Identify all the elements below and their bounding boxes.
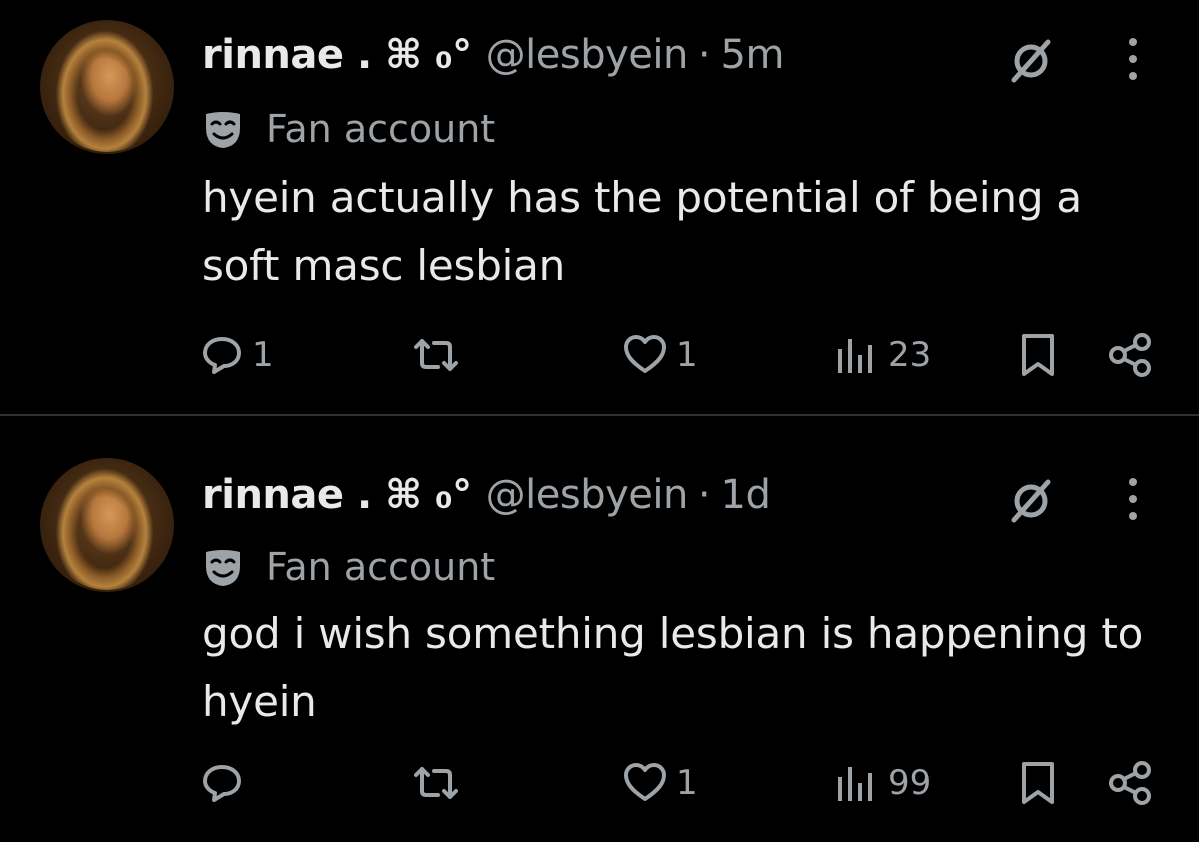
heart-icon (624, 335, 666, 373)
views-button[interactable]: 99 (832, 758, 931, 808)
mask-icon (206, 550, 240, 586)
tweet-actions: 1 1 23 (0, 330, 1199, 380)
bar-chart-icon (838, 767, 872, 801)
separator-dot: · (697, 472, 711, 518)
tweet[interactable]: rinnae . ⌘ ₀° @lesbyein · 5m Fan account… (0, 0, 1199, 418)
retweet-button[interactable] (410, 758, 470, 808)
share-icon (1109, 333, 1151, 377)
retweet-icon (414, 339, 458, 371)
share-button[interactable] (1106, 758, 1154, 808)
bookmark-button[interactable] (1018, 758, 1058, 808)
view-count: 23 (888, 335, 932, 375)
user-handle[interactable]: @lesbyein (486, 32, 689, 78)
share-button[interactable] (1106, 330, 1154, 380)
account-label: Fan account (202, 104, 495, 154)
display-name[interactable]: rinnae . ⌘ ₀° (202, 32, 472, 78)
tweet-text: god i wish something lesbian is happenin… (202, 609, 1144, 726)
retweet-button[interactable] (410, 330, 470, 380)
more-dots-icon[interactable] (1118, 36, 1148, 82)
like-button[interactable]: 1 (622, 758, 698, 808)
avatar[interactable] (40, 20, 174, 154)
bookmark-icon (1022, 762, 1054, 804)
more-dots-icon[interactable] (1118, 476, 1148, 522)
tweet-header: rinnae . ⌘ ₀° @lesbyein · 1d (202, 472, 771, 532)
like-count: 1 (676, 335, 698, 375)
bar-chart-icon (838, 339, 872, 373)
heart-icon (624, 763, 666, 801)
user-handle[interactable]: @lesbyein (486, 472, 689, 518)
fan-account-label: Fan account (266, 107, 496, 151)
separator-dot: · (697, 32, 711, 78)
fan-account-label: Fan account (266, 545, 496, 589)
like-button[interactable]: 1 (622, 330, 698, 380)
tweet-actions: 1 99 (0, 758, 1199, 808)
timeline-feed: rinnae . ⌘ ₀° @lesbyein · 5m Fan account… (0, 0, 1199, 842)
tweet[interactable]: rinnae . ⌘ ₀° @lesbyein · 1d Fan account… (0, 420, 1199, 838)
bookmark-button[interactable] (1018, 330, 1058, 380)
like-count: 1 (676, 763, 698, 803)
timestamp[interactable]: 1d (721, 472, 771, 518)
avatar[interactable] (40, 458, 174, 592)
retweet-icon (414, 767, 458, 799)
timestamp[interactable]: 5m (721, 32, 785, 78)
bookmark-icon (1022, 334, 1054, 376)
reply-button[interactable]: 1 (200, 330, 274, 380)
display-name[interactable]: rinnae . ⌘ ₀° (202, 472, 472, 518)
tweet-header: rinnae . ⌘ ₀° @lesbyein · 5m (202, 32, 784, 92)
account-label: Fan account (202, 542, 495, 592)
views-button[interactable]: 23 (832, 330, 931, 380)
mask-icon (206, 112, 240, 148)
mute-icon[interactable] (1006, 476, 1056, 526)
view-count: 99 (888, 763, 932, 803)
mute-icon[interactable] (1006, 36, 1056, 86)
speech-bubble-icon (203, 337, 241, 374)
speech-bubble-icon (203, 765, 241, 802)
reply-button[interactable] (200, 758, 252, 808)
tweet-text: hyein actually has the potential of bein… (202, 173, 1082, 290)
tweet-divider (0, 414, 1199, 416)
reply-count: 1 (252, 335, 274, 375)
share-icon (1109, 761, 1151, 805)
